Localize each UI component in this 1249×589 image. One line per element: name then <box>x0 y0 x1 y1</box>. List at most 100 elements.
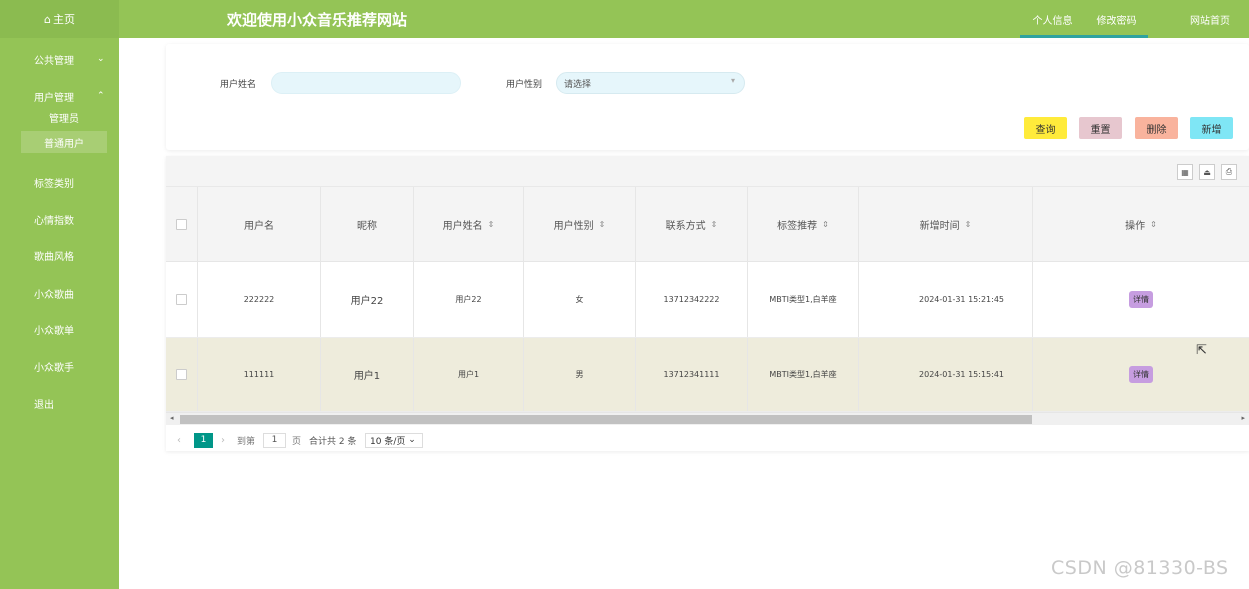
row-checkbox[interactable] <box>176 369 187 380</box>
sidebar-sub-label: 普通用户 <box>44 138 84 150</box>
total-count: 合计共 2 条 <box>309 436 357 447</box>
prev-page-icon[interactable]: ‹ <box>177 435 181 446</box>
scroll-left-icon[interactable]: ◂ <box>170 414 174 422</box>
col-time[interactable]: 新增时间 ⇕ <box>859 187 1033 261</box>
table-header: 用户名 昵称 用户姓名 ⇕ 用户性别 ⇕ 联系方式 ⇕ 标签推荐 ⇕ 新增时间 ⇕ 操作 ⇕ <box>166 187 1249 262</box>
gender-select-value: 请选择 <box>564 79 592 90</box>
chevron-up-icon: ⌃ <box>97 91 105 101</box>
sort-icon: ⇕ <box>1150 219 1157 229</box>
nav-site-home[interactable]: 网站首页 <box>1180 0 1240 38</box>
scroll-right-icon[interactable]: ▸ <box>1241 414 1245 422</box>
delete-button[interactable]: 删除 <box>1135 117 1178 139</box>
cell-nickname: 用户1 <box>321 338 414 411</box>
sidebar-item-label: 心情指数 <box>34 215 74 227</box>
watermark: CSDN @81330-BS <box>1051 557 1229 579</box>
col-nickname-label: 昵称 <box>357 220 377 232</box>
col-action[interactable]: 操作 ⇕ <box>1033 187 1249 261</box>
cell-time: 2024-01-31 15:21:45 <box>859 262 1033 337</box>
cell-gender: 男 <box>524 338 636 411</box>
nav-change-password[interactable]: 修改密码 <box>1085 0 1148 38</box>
sidebar-item-label: 歌曲风格 <box>34 251 74 263</box>
col-phone-label: 联系方式 <box>665 220 706 232</box>
col-gender[interactable]: 用户性别 ⇕ <box>524 187 636 261</box>
sidebar-item-logout[interactable]: 退出 <box>0 393 119 413</box>
cell-nickname: 用户22 <box>321 262 414 337</box>
sidebar-item-niche-singers[interactable]: 小众歌手 <box>0 356 119 376</box>
sort-icon: ⇕ <box>598 219 606 229</box>
add-button[interactable]: 新增 <box>1190 117 1233 139</box>
col-name-label: 用户姓名 <box>442 220 483 232</box>
page-unit-label: 页 <box>292 436 302 447</box>
sidebar-item-label: 小众歌单 <box>34 325 74 337</box>
select-all-checkbox[interactable] <box>176 218 187 230</box>
page-size-select[interactable]: 10 条/页 ⌄ <box>365 432 423 448</box>
cell-username: 222222 <box>198 262 321 337</box>
sort-icon: ⇕ <box>487 219 495 229</box>
cell-phone: 13712341111 <box>636 338 748 411</box>
data-table-panel: ▦ ⏏ ⎙ 用户名 昵称 用户姓名 ⇕ 用户性别 ⇕ 联系方式 ⇕ 标签推荐 ⇕ 新增时… <box>166 156 1249 451</box>
caret-down-icon: ▾ <box>730 76 735 85</box>
sidebar-item-niche-songs[interactable]: 小众歌曲 <box>0 283 119 303</box>
col-action-label: 操作 <box>1125 220 1146 232</box>
columns-filter-icon[interactable]: ▦ <box>1177 164 1193 180</box>
sidebar-item-mood-index[interactable]: 心情指数 <box>0 209 119 229</box>
select-all-cell <box>166 187 198 261</box>
home-icon: ⌂ <box>44 12 51 26</box>
col-tags[interactable]: 标签推荐 ⇕ <box>748 187 859 261</box>
sidebar-item-label: 用户管理 <box>34 92 74 104</box>
cell-username: 111111 <box>198 338 321 411</box>
nav-profile[interactable]: 个人信息 <box>1020 0 1085 38</box>
col-username-label: 用户名 <box>244 220 274 232</box>
col-time-label: 新增时间 <box>919 220 960 232</box>
home-link[interactable]: ⌂ 主页 <box>0 0 119 38</box>
cell-phone: 13712342222 <box>636 262 748 337</box>
row-select-cell <box>166 262 198 337</box>
cell-action: 详情 <box>1033 338 1249 411</box>
sidebar-item-label: 公共管理 <box>34 55 74 67</box>
sidebar-item-public[interactable]: 公共管理 ⌄ <box>0 49 119 69</box>
horizontal-scrollbar[interactable]: ◂ ▸ <box>166 412 1249 425</box>
detail-button[interactable]: 详情 <box>1129 366 1153 383</box>
row-checkbox[interactable] <box>176 294 187 305</box>
site-title: 欢迎使用小众音乐推荐网站 <box>227 11 408 29</box>
gender-select[interactable]: 请选择 ▾ <box>556 72 745 94</box>
col-phone[interactable]: 联系方式 ⇕ <box>636 187 748 261</box>
table-toolbar: ▦ ⏏ ⎙ <box>166 156 1249 187</box>
export-icon[interactable]: ⏏ <box>1199 164 1215 180</box>
sidebar-sub-normal-user[interactable]: 普通用户 <box>21 131 107 153</box>
sidebar-item-song-style[interactable]: 歌曲风格 <box>0 245 119 265</box>
next-page-icon[interactable]: › <box>221 435 225 446</box>
chevron-down-icon: ⌄ <box>97 54 105 64</box>
sidebar-item-label: 退出 <box>34 399 54 411</box>
sort-icon: ⇕ <box>710 219 718 229</box>
pagination: ‹ 1 › 到第 1 页 合计共 2 条 10 条/页 ⌄ <box>166 431 1249 449</box>
col-name[interactable]: 用户姓名 ⇕ <box>414 187 524 261</box>
sidebar-item-users[interactable]: 用户管理 ⌃ <box>0 86 119 106</box>
sidebar-sub-admin[interactable]: 管理员 <box>21 106 107 128</box>
print-icon[interactable]: ⎙ <box>1221 164 1237 180</box>
scrollbar-thumb[interactable] <box>180 415 1032 424</box>
mouse-cursor-icon: ⇱ <box>1196 343 1207 358</box>
sidebar-item-niche-playlists[interactable]: 小众歌单 <box>0 319 119 339</box>
query-button[interactable]: 查询 <box>1024 117 1067 139</box>
search-panel: 用户姓名 用户性别 请选择 ▾ 查询 重置 删除 新增 <box>166 44 1249 150</box>
goto-page-input[interactable]: 1 <box>263 432 286 448</box>
sort-icon: ⇕ <box>964 219 972 229</box>
sidebar-item-label: 标签类别 <box>34 178 74 190</box>
sidebar-sub-label: 管理员 <box>49 113 79 125</box>
col-gender-label: 用户性别 <box>553 220 594 232</box>
col-nickname: 昵称 <box>321 187 414 261</box>
detail-button[interactable]: 详情 <box>1129 291 1153 308</box>
name-label: 用户姓名 <box>220 80 257 90</box>
name-search-input[interactable] <box>271 72 461 94</box>
home-label: 主页 <box>52 13 75 26</box>
table-row[interactable]: 111111 用户1 用户1 男 13712341111 MBTI类型1,白羊座… <box>166 338 1249 412</box>
cell-name: 用户1 <box>414 338 524 411</box>
reset-button[interactable]: 重置 <box>1079 117 1122 139</box>
cell-name: 用户22 <box>414 262 524 337</box>
nav-profile-label: 个人信息 <box>1032 15 1073 27</box>
sidebar-item-tag-category[interactable]: 标签类别 <box>0 172 119 192</box>
page-number-current[interactable]: 1 <box>194 432 213 448</box>
table-row[interactable]: 222222 用户22 用户22 女 13712342222 MBTI类型1,白… <box>166 262 1249 338</box>
cell-gender: 女 <box>524 262 636 337</box>
